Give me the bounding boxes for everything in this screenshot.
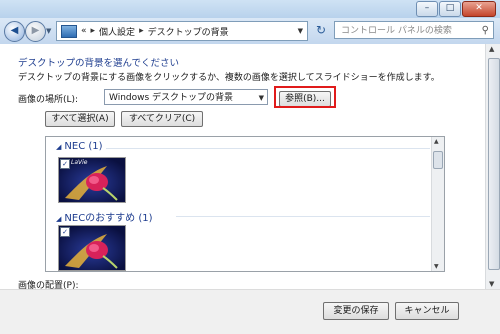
- cancel-button[interactable]: キャンセル: [395, 302, 459, 320]
- breadcrumb-separator-icon: ▸: [139, 26, 144, 36]
- checkbox-icon[interactable]: ✓: [60, 227, 70, 237]
- scrollbar-thumb[interactable]: [488, 58, 500, 270]
- close-button[interactable]: ✕: [462, 1, 496, 17]
- footer-bar: 変更の保存 キャンセル: [0, 289, 500, 334]
- scroll-up-icon[interactable]: ▲: [489, 45, 494, 53]
- collapse-triangle-icon[interactable]: ◢: [56, 143, 61, 151]
- group-header-nec-recommended[interactable]: ◢ NECのおすすめ (1): [56, 209, 153, 224]
- breadcrumb-overflow-icon[interactable]: «: [81, 26, 87, 36]
- history-dropdown-icon[interactable]: ▼: [46, 27, 51, 35]
- select-all-button[interactable]: すべて選択(A): [45, 111, 115, 127]
- chevron-down-icon[interactable]: ▼: [259, 90, 264, 106]
- scroll-down-icon[interactable]: ▼: [434, 263, 439, 270]
- location-label: 画像の場所(L):: [18, 95, 79, 105]
- address-dropdown-icon[interactable]: ▼: [298, 27, 303, 35]
- wallpaper-thumbnail[interactable]: ✓: [58, 225, 126, 271]
- save-button[interactable]: 変更の保存: [323, 302, 389, 320]
- clear-all-button[interactable]: すべてクリア(C): [121, 111, 203, 127]
- page-description: デスクトップの背景にする画像をクリックするか、複数の画像を選択してスライドショー…: [18, 73, 440, 83]
- title-bar: – □ ✕: [0, 0, 500, 18]
- search-icon[interactable]: ⚲: [482, 22, 489, 40]
- thumbnail-caption: LaVie: [71, 159, 88, 166]
- breadcrumb-personalize[interactable]: 個人設定: [99, 25, 135, 38]
- image-gallery[interactable]: ◢ NEC (1) ✓ LaVie ◢ NECのおすすめ (1) ✓ ▲ ▼: [45, 136, 445, 272]
- maximize-button[interactable]: □: [439, 1, 461, 17]
- scrollbar-thumb[interactable]: [433, 151, 443, 169]
- page-heading: デスクトップの背景を選んでください: [18, 58, 180, 69]
- scroll-up-icon[interactable]: ▲: [434, 138, 439, 145]
- forward-arrow-icon[interactable]: ▶: [25, 21, 46, 42]
- gallery-scrollbar[interactable]: ▲ ▼: [431, 137, 444, 271]
- window-controls: – □ ✕: [415, 1, 496, 17]
- address-bar[interactable]: « ▸ 個人設定 ▸ デスクトップの背景 ▼: [56, 21, 308, 41]
- refresh-icon[interactable]: ↻: [312, 22, 330, 39]
- breadcrumb-desktop-background[interactable]: デスクトップの背景: [148, 25, 229, 38]
- browse-highlight-box: [274, 86, 336, 108]
- collapse-triangle-icon[interactable]: ◢: [56, 215, 61, 223]
- checkbox-icon[interactable]: ✓: [60, 159, 70, 169]
- group-header-nec[interactable]: ◢ NEC (1): [56, 141, 103, 152]
- wallpaper-thumbnail[interactable]: ✓ LaVie: [58, 157, 126, 203]
- control-panel-icon: [61, 24, 77, 38]
- scroll-down-icon[interactable]: ▼: [489, 280, 494, 288]
- location-select-value: Windows デスクトップの背景: [109, 93, 234, 103]
- main-content: デスクトップの背景を選んでください デスクトップの背景にする画像をクリックするか…: [0, 44, 485, 291]
- breadcrumb-separator-icon: ▸: [90, 26, 96, 36]
- search-placeholder: コントロール パネルの検索: [341, 26, 452, 36]
- location-select[interactable]: Windows デスクトップの背景 ▼: [104, 89, 268, 105]
- group-divider: [176, 216, 430, 217]
- page-scrollbar[interactable]: ▲ ▼: [485, 44, 500, 289]
- group-divider: [106, 148, 430, 149]
- back-arrow-icon[interactable]: ◀: [4, 21, 25, 42]
- minimize-button[interactable]: –: [416, 1, 438, 17]
- address-toolbar: ◀ ▶ ▼ « ▸ 個人設定 ▸ デスクトップの背景 ▼ ↻ コントロール パネ…: [0, 18, 500, 44]
- search-input[interactable]: コントロール パネルの検索 ⚲: [334, 21, 494, 39]
